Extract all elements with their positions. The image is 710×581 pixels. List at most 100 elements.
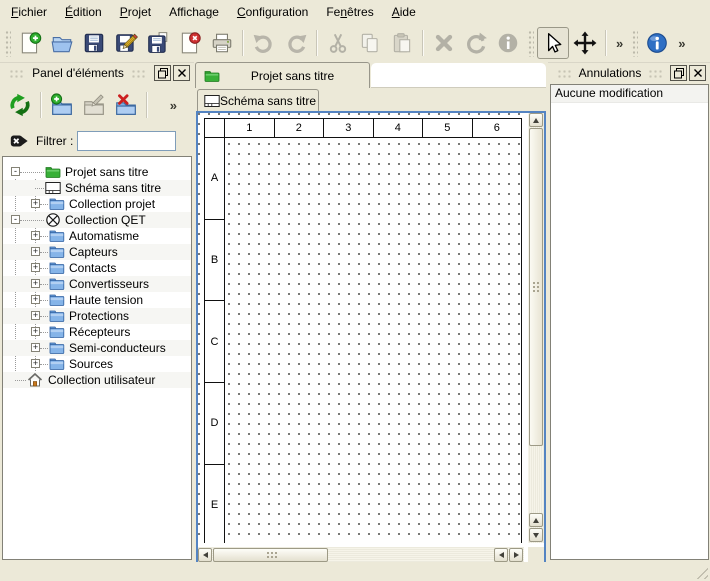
menu-fichier[interactable]: Fichier [2, 1, 56, 23]
toolbar-overflow-chevron[interactable]: » [611, 36, 628, 51]
undo-list-item[interactable]: Aucune modification [551, 85, 708, 103]
rotate-button[interactable] [460, 27, 492, 59]
tab-schema-sans-titre[interactable]: Schéma sans titre [197, 89, 319, 111]
expander-plus[interactable]: + [31, 343, 40, 352]
close-panel-button[interactable] [689, 65, 706, 81]
expander-plus[interactable]: + [31, 359, 40, 368]
menu-aide[interactable]: Aide [383, 1, 425, 23]
toolbar-handle[interactable] [4, 29, 11, 57]
open-folder-button[interactable] [46, 27, 78, 59]
scroll-up-button[interactable] [529, 113, 543, 127]
tab-projet-sans-titre[interactable]: Projet sans titre [195, 62, 370, 88]
expander-plus[interactable]: + [31, 199, 40, 208]
menu-fenetres[interactable]: Fenêtres [317, 1, 382, 23]
expander-plus[interactable]: + [31, 279, 40, 288]
select-arrow-button[interactable] [537, 27, 569, 59]
arrow-down-icon [533, 533, 539, 538]
float-panel-button[interactable] [670, 65, 687, 81]
undo-panel-titlebar[interactable]: Annulations [548, 62, 710, 84]
tree-item-contacts[interactable]: +Contacts [3, 260, 191, 276]
toolbar-overflow-chevron[interactable]: » [165, 98, 182, 113]
expander-plus[interactable]: + [31, 295, 40, 304]
expander-plus[interactable]: + [31, 311, 40, 320]
save-all-button[interactable] [142, 27, 174, 59]
cut-icon [326, 31, 350, 55]
tree-item-schema-sans-titre[interactable]: Schéma sans titre [3, 180, 191, 196]
elements-panel-titlebar[interactable]: Panel d'éléments [0, 62, 194, 84]
paste-button[interactable] [386, 27, 418, 59]
blue-folder-icon [49, 324, 65, 340]
toolbar-separator [146, 92, 148, 118]
resize-grip[interactable] [695, 566, 708, 579]
horizontal-scroll-thumb[interactable] [213, 548, 328, 562]
copy-button[interactable] [354, 27, 386, 59]
close-document-button[interactable] [174, 27, 206, 59]
toolbar-overflow-chevron[interactable]: » [673, 36, 690, 51]
expander-minus[interactable]: - [11, 215, 20, 224]
menu-projet[interactable]: Projet [111, 1, 160, 23]
new-document-button[interactable] [14, 27, 46, 59]
close-panel-button[interactable] [173, 65, 190, 81]
edit-category-button[interactable] [78, 89, 110, 121]
tree-item-convertisseurs[interactable]: +Convertisseurs [3, 276, 191, 292]
tree-item-label: Collection QET [65, 212, 146, 228]
menu-affichage[interactable]: Affichage [160, 1, 228, 23]
save-as-button[interactable] [110, 27, 142, 59]
tree-item-projet-sans-titre[interactable]: - Projet sans titre [3, 164, 191, 180]
tree-item-semi-conducteurs[interactable]: +Semi-conducteurs [3, 340, 191, 356]
paste-icon [390, 31, 414, 55]
toolbar-handle[interactable] [631, 29, 638, 57]
scroll-left-button[interactable] [494, 548, 508, 562]
tree-item-label: Projet sans titre [65, 164, 148, 180]
scroll-down-button[interactable] [529, 528, 543, 542]
delete-button[interactable] [428, 27, 460, 59]
info-blue-button[interactable] [641, 27, 673, 59]
redo-button[interactable] [280, 27, 312, 59]
tree-item-haute-tension[interactable]: +Haute tension [3, 292, 191, 308]
undo-panel-dock: Annulations Aucune modification [548, 62, 710, 562]
print-button[interactable] [206, 27, 238, 59]
menubar: FichierÉditionProjetAffichageConfigurati… [0, 0, 710, 24]
tree-item-sources[interactable]: + Sources [3, 356, 191, 372]
tree-item-capteurs[interactable]: +Capteurs [3, 244, 191, 260]
tree-item-collection-utilisateur[interactable]: Collection utilisateur [3, 372, 191, 388]
float-panel-button[interactable] [154, 65, 171, 81]
tree-item-collection-projet[interactable]: +Collection projet [3, 196, 191, 212]
scroll-left-button[interactable] [198, 548, 212, 562]
move-cross-button[interactable] [569, 27, 601, 59]
tree-item-collection-qet[interactable]: - Collection QET [3, 212, 191, 228]
tree-item-protections[interactable]: +Protections [3, 308, 191, 324]
new-category-button[interactable] [46, 89, 78, 121]
tree-item-recepteurs[interactable]: +Récepteurs [3, 324, 191, 340]
vertical-scroll-thumb[interactable] [529, 128, 543, 446]
diagram-column-header: 123456 [204, 118, 522, 138]
cut-button[interactable] [322, 27, 354, 59]
undo-button[interactable] [248, 27, 280, 59]
tree-item-label: Sources [69, 356, 113, 372]
expander-plus[interactable]: + [31, 247, 40, 256]
save-all-icon [146, 31, 170, 55]
save-button[interactable] [78, 27, 110, 59]
info-gray-button[interactable] [492, 27, 524, 59]
clear-filter-icon[interactable] [9, 131, 29, 151]
dock-title-texture [648, 69, 663, 78]
vertical-scrollbar[interactable] [528, 113, 544, 543]
menu-edition[interactable]: Édition [56, 1, 111, 23]
expander-minus[interactable]: - [11, 167, 20, 176]
undo-icon [252, 31, 276, 55]
expander-plus[interactable]: + [31, 327, 40, 336]
blue-folder-icon [49, 340, 65, 356]
expander-plus[interactable]: + [31, 263, 40, 272]
dock-title-texture [557, 69, 572, 78]
tree-item-automatisme[interactable]: +Automatisme [3, 228, 191, 244]
scroll-up-button[interactable] [529, 513, 543, 527]
filter-input[interactable] [77, 131, 176, 151]
reload-button[interactable] [4, 89, 36, 121]
delete-category-button[interactable] [110, 89, 142, 121]
expander-plus[interactable]: + [31, 231, 40, 240]
menu-configuration[interactable]: Configuration [228, 1, 317, 23]
scroll-right-button[interactable] [509, 548, 523, 562]
toolbar-handle[interactable] [527, 29, 534, 57]
horizontal-scrollbar[interactable] [198, 547, 524, 563]
diagram-canvas[interactable]: 123456 ABCDE [198, 113, 524, 543]
